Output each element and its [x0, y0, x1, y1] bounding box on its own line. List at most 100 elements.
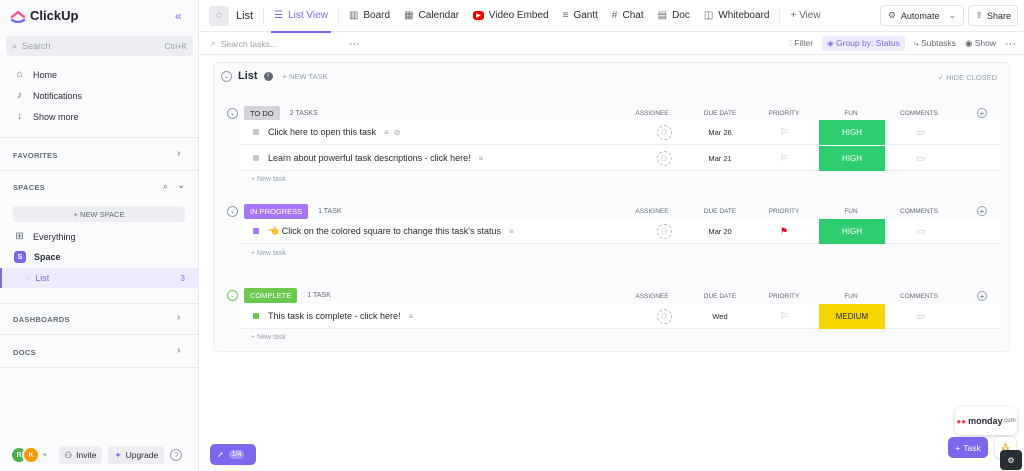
tab-whiteboard[interactable]: ◫ Whiteboard [697, 0, 777, 32]
table-row[interactable]: Click here to open this task ≡ ⊘ ⚇ Mar 2… [239, 119, 1000, 145]
status-square[interactable] [253, 155, 259, 161]
search-icon[interactable]: ⌕ [163, 181, 168, 192]
column-header-priority[interactable]: PRIORITY [762, 293, 806, 300]
hide-closed-toggle[interactable]: ✓ HIDE CLOSED [938, 73, 997, 82]
comments-cell[interactable]: ▭ [896, 146, 946, 171]
comments-cell[interactable]: ▭ [896, 219, 946, 244]
column-header-assignee[interactable]: ASSIGNEE [630, 110, 674, 117]
new-task-button[interactable]: + New task [251, 334, 286, 341]
sidebar-item-space[interactable]: S Space [14, 251, 61, 263]
group-by-button[interactable]: ◈ Group by: Status [822, 36, 905, 51]
extension-icon[interactable]: ⚙ [1000, 450, 1022, 470]
column-header-fun[interactable]: FUN [818, 110, 884, 117]
sidebar-search[interactable]: ⌕ Search Ctrl+K [6, 36, 193, 56]
sidebar-item-everything[interactable]: ⊞ Everything [14, 231, 75, 242]
help-icon[interactable]: ? [170, 449, 183, 461]
chevron-right-icon[interactable]: › [177, 312, 180, 323]
automate-button[interactable]: ⚙ Automate ⌄ [879, 5, 964, 26]
add-column-icon[interactable]: + [977, 108, 987, 118]
priority-cell[interactable]: ⚐ [762, 304, 806, 329]
status-badge[interactable]: TO DO [244, 106, 280, 121]
assignee-cell[interactable]: ⚇ [642, 120, 686, 145]
collapse-icon[interactable]: ⌄ [221, 70, 232, 82]
collapse-icon[interactable]: ⌄ [227, 290, 238, 301]
favorites-header[interactable]: FAVORITES [13, 151, 58, 160]
status-badge[interactable]: COMPLETE [244, 288, 298, 303]
status-square[interactable] [253, 313, 259, 319]
add-view-button[interactable]: + View [783, 0, 827, 32]
user-avatars[interactable]: R K ▾ [10, 446, 47, 464]
column-header-comments[interactable]: COMMENTS [894, 110, 944, 117]
sidebar-item-notifications[interactable]: ♪ Notifications [14, 90, 82, 101]
table-row[interactable]: 👈 Click on the colored square to change … [239, 218, 1000, 244]
column-header-priority[interactable]: PRIORITY [762, 208, 806, 215]
assignee-cell[interactable]: ⚇ [642, 219, 686, 244]
more-options-icon[interactable]: ··· [1005, 38, 1016, 50]
sidebar-item-list[interactable]: ○ List 3 [0, 268, 199, 288]
due-date-cell[interactable]: Mar 26 [695, 120, 745, 145]
share-button[interactable]: ⇪ Share [968, 5, 1018, 26]
column-header-due-date[interactable]: DUE DATE [695, 110, 745, 117]
comments-cell[interactable]: ▭ [896, 120, 946, 145]
dashboards-header[interactable]: DASHBOARDS [13, 315, 70, 324]
column-header-due-date[interactable]: DUE DATE [695, 208, 745, 215]
table-row[interactable]: Learn about powerful task descriptions -… [239, 145, 1000, 171]
filter-button[interactable]: ⫶ Filter [790, 38, 813, 49]
column-header-fun[interactable]: FUN [818, 208, 884, 215]
comments-cell[interactable]: ▭ [896, 304, 946, 329]
monday-badge[interactable]: ●● monday .com [955, 407, 1017, 435]
sidebar-item-show-more[interactable]: ↓ Show more [14, 111, 79, 122]
tab-list-view[interactable]: ☰ List View [267, 0, 335, 33]
add-column-icon[interactable]: + [977, 206, 987, 216]
tab-calendar[interactable]: ▦ Calendar [397, 0, 466, 32]
task-search[interactable]: ⌕ Search tasks... [211, 38, 277, 49]
due-date-cell[interactable]: Wed [695, 304, 745, 329]
sidebar-item-home[interactable]: ⌂ Home [14, 69, 57, 80]
more-options-icon[interactable]: ··· [349, 38, 360, 50]
column-header-comments[interactable]: COMMENTS [894, 293, 944, 300]
task-name[interactable]: Learn about powerful task descriptions -… [268, 153, 471, 163]
status-square[interactable] [253, 129, 259, 135]
task-name[interactable]: This task is complete - click here! [268, 311, 401, 321]
priority-cell[interactable]: ⚐ [762, 120, 806, 145]
status-square[interactable] [253, 228, 259, 234]
new-task-button[interactable]: + NEW TASK [283, 72, 328, 81]
add-task-button[interactable]: + Task [948, 437, 988, 458]
assignee-cell[interactable]: ⚇ [642, 304, 686, 329]
priority-cell[interactable]: ⚑ [762, 219, 806, 244]
fun-cell[interactable]: HIGH [819, 218, 885, 244]
tab-gantt[interactable]: ≡ Gantt [556, 0, 605, 32]
show-button[interactable]: ◉ Show [965, 38, 996, 49]
new-task-button[interactable]: + New task [251, 250, 286, 257]
tab-doc[interactable]: ▤ Doc [651, 0, 697, 32]
chevron-down-icon[interactable]: ⌄ [177, 180, 185, 191]
task-name[interactable]: 👈 Click on the colored square to change … [268, 226, 501, 237]
new-task-button[interactable]: + New task [251, 176, 286, 183]
collapse-sidebar-icon[interactable]: « [175, 9, 182, 23]
fun-cell[interactable]: MEDIUM [819, 303, 885, 329]
breadcrumb[interactable]: List [229, 0, 260, 32]
column-header-assignee[interactable]: ASSIGNEE [630, 293, 674, 300]
column-header-fun[interactable]: FUN [818, 293, 884, 300]
column-header-assignee[interactable]: ASSIGNEE [630, 208, 674, 215]
upgrade-button[interactable]: ✦ Upgrade [108, 446, 165, 464]
due-date-cell[interactable]: Mar 21 [695, 146, 745, 171]
info-icon[interactable]: i [263, 71, 273, 81]
tab-video-embed[interactable]: ▶ Video Embed [466, 0, 555, 32]
new-space-button[interactable]: + NEW SPACE [13, 206, 185, 222]
column-header-comments[interactable]: COMMENTS [894, 208, 944, 215]
task-name[interactable]: Click here to open this task [268, 127, 376, 137]
clickup-logo[interactable]: ClickUp [10, 7, 78, 23]
column-header-priority[interactable]: PRIORITY [762, 110, 806, 117]
onboarding-button[interactable]: ➚ 1/4 [210, 444, 256, 465]
invite-button[interactable]: ⚇ Invite [58, 446, 103, 464]
table-row[interactable]: This task is complete - click here! ≡ ⚇ … [239, 303, 1000, 329]
priority-cell[interactable]: ⚐ [762, 146, 806, 171]
fun-cell[interactable]: HIGH [819, 119, 885, 145]
collapse-icon[interactable]: ⌄ [227, 108, 238, 119]
list-status-icon[interactable]: ◌ [209, 5, 229, 26]
column-header-due-date[interactable]: DUE DATE [695, 293, 745, 300]
tab-board[interactable]: ▥ Board [342, 0, 397, 32]
tab-chat[interactable]: # Chat [605, 0, 651, 32]
add-column-icon[interactable]: + [977, 291, 987, 301]
